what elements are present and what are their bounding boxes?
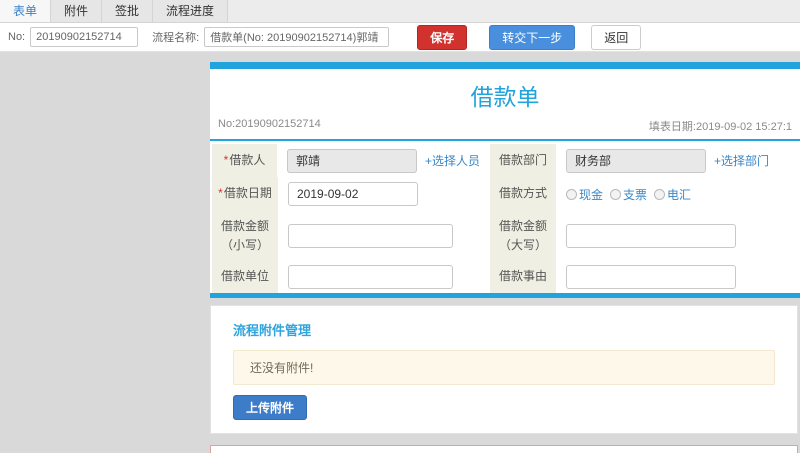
department-label: 借款部门 [490, 144, 556, 177]
radio-cheque[interactable]: 支票 [610, 186, 647, 203]
loan-unit-input[interactable] [288, 264, 453, 289]
back-button[interactable]: 返回 [591, 24, 642, 50]
radio-wire-icon[interactable] [654, 188, 666, 200]
no-input[interactable] [30, 27, 139, 47]
panel-top-bar [210, 62, 800, 69]
department-input[interactable] [566, 148, 706, 173]
loan-date-label: *借款日期 [212, 177, 278, 211]
action-toolbar: No: 流程名称: 保存 转交下一步 返回 [0, 23, 800, 52]
attachment-section-title: 流程附件管理 [233, 322, 312, 338]
save-button[interactable]: 保存 [417, 24, 468, 50]
approval-section-title: 流程签批意见 [211, 446, 797, 453]
attachment-panel: 流程附件管理 还没有附件! 上传附件 [210, 304, 798, 434]
tab-approval[interactable]: 签批 [102, 0, 154, 22]
radio-wire[interactable]: 电汇 [654, 186, 691, 203]
process-name-input[interactable] [204, 27, 390, 47]
tab-attachment[interactable]: 附件 [51, 0, 103, 22]
tab-form[interactable]: 表单 [0, 0, 52, 22]
borrower-label: *借款人 [212, 144, 277, 177]
tab-progress[interactable]: 流程进度 [153, 0, 229, 22]
amount-upper-input[interactable] [566, 224, 736, 249]
loan-unit-label: 借款单位 [212, 261, 278, 293]
process-name-label: 流程名称: [152, 32, 200, 44]
loan-date-input[interactable] [288, 182, 418, 206]
panel-bottom-bar [210, 292, 800, 298]
tab-bar: 表单 附件 签批 流程进度 [0, 0, 800, 23]
form-meta: No:20190902152714 填表日期:2019-09-02 15:27:… [210, 115, 800, 139]
approval-panel: 流程签批意见 B I abc ∞ ∞ ⚑ ⇤ ⇥ ” 样式 ▾ 格式 ▾ [210, 444, 798, 453]
select-department-link[interactable]: +选择部门 [714, 152, 769, 169]
borrower-input[interactable] [286, 148, 417, 173]
amount-lower-input[interactable] [288, 224, 453, 249]
page-title: 借款单 [470, 84, 540, 110]
amount-upper-label: 借款金额（大写） [490, 211, 556, 262]
loan-method-radio-group: 现金 支票 电汇 [566, 186, 691, 203]
upload-attachment-button[interactable]: 上传附件 [233, 394, 308, 420]
radio-cheque-icon[interactable] [610, 188, 622, 200]
select-person-link[interactable]: +选择人员 [425, 152, 480, 169]
radio-cash[interactable]: 现金 [566, 186, 603, 203]
loan-method-label: 借款方式 [490, 177, 556, 211]
loan-form-panel: 借款单 No:20190902152714 填表日期:2019-09-02 15… [210, 62, 800, 298]
radio-cash-icon[interactable] [566, 188, 577, 200]
form-body: *借款人 +选择人员 *借款日期 借款金额（小写） 借款单位 [210, 141, 800, 293]
loan-reason-input[interactable] [566, 264, 736, 289]
form-date-text: 填表日期:2019-09-02 15:27:1 [648, 121, 792, 133]
loan-reason-label: 借款事由 [490, 261, 556, 293]
form-no-text: No:20190902152714 [218, 118, 321, 130]
no-label: No: [8, 31, 26, 43]
amount-lower-label: 借款金额（小写） [212, 211, 278, 262]
no-attachment-alert: 还没有附件! [233, 349, 775, 385]
next-step-button[interactable]: 转交下一步 [489, 24, 576, 50]
